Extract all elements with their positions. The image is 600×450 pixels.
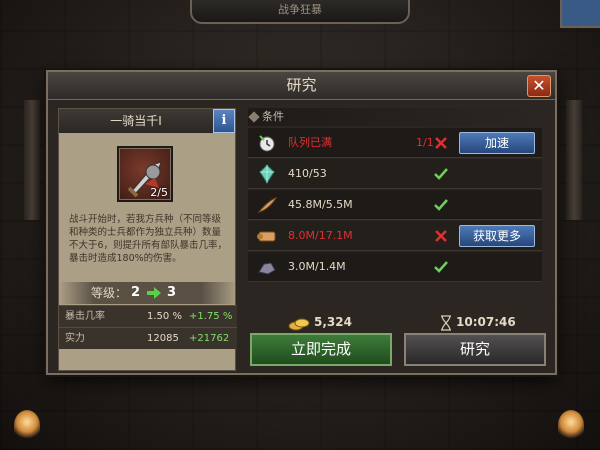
arrow-right-icon — [147, 287, 161, 299]
skill-panel: 一骑当千I i 2/5 战斗开始时，若我方兵种（不同等级和种类的士兵都作为独立兵… — [58, 108, 237, 371]
condition-row-crystal: 410/53 — [248, 159, 542, 189]
stat-name: 实力 — [65, 333, 85, 344]
conditions-header: 条件 — [248, 108, 542, 126]
scroll-icon — [257, 231, 276, 242]
condition-row-queue: 队列已满 1/1 加速 — [248, 128, 542, 158]
condition-row-ore: 3.0M/1.4M — [248, 252, 542, 282]
level-from: 2 — [131, 285, 141, 300]
wall-pillar-right — [566, 100, 582, 220]
condition-text: 队列已满 — [288, 136, 332, 149]
instant-complete-button[interactable]: 立即完成 — [250, 333, 392, 366]
research-time: 10:07:46 — [456, 315, 516, 329]
cross-icon — [435, 230, 447, 242]
get-more-button[interactable]: 获取更多 — [459, 225, 535, 247]
queue-timer-icon — [259, 135, 275, 152]
torch-right-icon — [558, 410, 584, 440]
hourglass-icon — [441, 315, 451, 331]
condition-row-wood: 45.8M/5.5M — [248, 190, 542, 220]
research-button[interactable]: 研究 — [404, 333, 546, 366]
checkmark-icon — [434, 261, 448, 273]
level-row: 等级： 2 3 — [59, 282, 237, 304]
ore-icon — [258, 262, 276, 275]
stat-bonus: +21762 — [189, 333, 230, 344]
dialog-title: 研究 — [48, 72, 555, 100]
top-banner: 战争狂暴 — [190, 0, 410, 24]
skill-icon[interactable]: 2/5 — [117, 146, 173, 202]
game-screen: 战争狂暴 研究 ✕ 一骑当千I i 2/5 战斗开始时，若我方兵种（不同等级和种… — [0, 0, 600, 450]
level-label: 等级： — [91, 286, 128, 300]
stat-row-power: 实力 12085 +21762 — [59, 327, 237, 349]
conditions-title: 条件 — [262, 110, 284, 123]
stat-row-crit: 暴击几率 1.50 % +1.75 % — [59, 305, 237, 327]
gold-cost: 5,324 — [314, 315, 352, 329]
info-button[interactable]: i — [213, 109, 235, 133]
close-button[interactable]: ✕ — [527, 75, 551, 97]
feather-wood-icon — [257, 197, 278, 213]
speed-up-button[interactable]: 加速 — [459, 132, 535, 154]
condition-text: 3.0M/1.4M — [288, 260, 346, 273]
condition-row-scroll: 8.0M/17.1M 获取更多 — [248, 221, 542, 251]
condition-count: 1/1 — [416, 136, 434, 149]
conditions-list[interactable]: 队列已满 1/1 加速 410/53 45.8M/5.5M 8.0M/17.1M… — [248, 128, 542, 284]
stat-value: 12085 — [147, 333, 179, 344]
torch-left-icon — [14, 410, 40, 440]
condition-text: 410/53 — [288, 167, 327, 180]
skill-description: 战斗开始时，若我方兵种（不同等级和种类的士兵都作为独立兵种）数量不大于6，则提升… — [69, 214, 228, 264]
top-corner-button[interactable] — [560, 0, 600, 28]
wall-pillar-left — [24, 100, 40, 220]
gold-coins-icon — [288, 318, 310, 331]
skill-count: 2/5 — [150, 186, 168, 199]
condition-text: 45.8M/5.5M — [288, 198, 353, 211]
checkmark-icon — [434, 199, 448, 211]
stat-value: 1.50 % — [147, 311, 182, 322]
cross-icon — [435, 137, 447, 149]
crystal-icon — [259, 164, 275, 184]
level-to: 3 — [167, 285, 177, 300]
checkmark-icon — [434, 168, 448, 180]
research-dialog: 研究 ✕ 一骑当千I i 2/5 战斗开始时，若我方兵种（不同等级和种类的士兵都… — [46, 70, 557, 375]
skill-name: 一骑当千I — [59, 109, 213, 133]
condition-text: 8.0M/17.1M — [288, 229, 353, 242]
stat-bonus: +1.75 % — [189, 311, 233, 322]
diamond-icon — [248, 111, 260, 123]
stat-name: 暴击几率 — [65, 311, 105, 322]
